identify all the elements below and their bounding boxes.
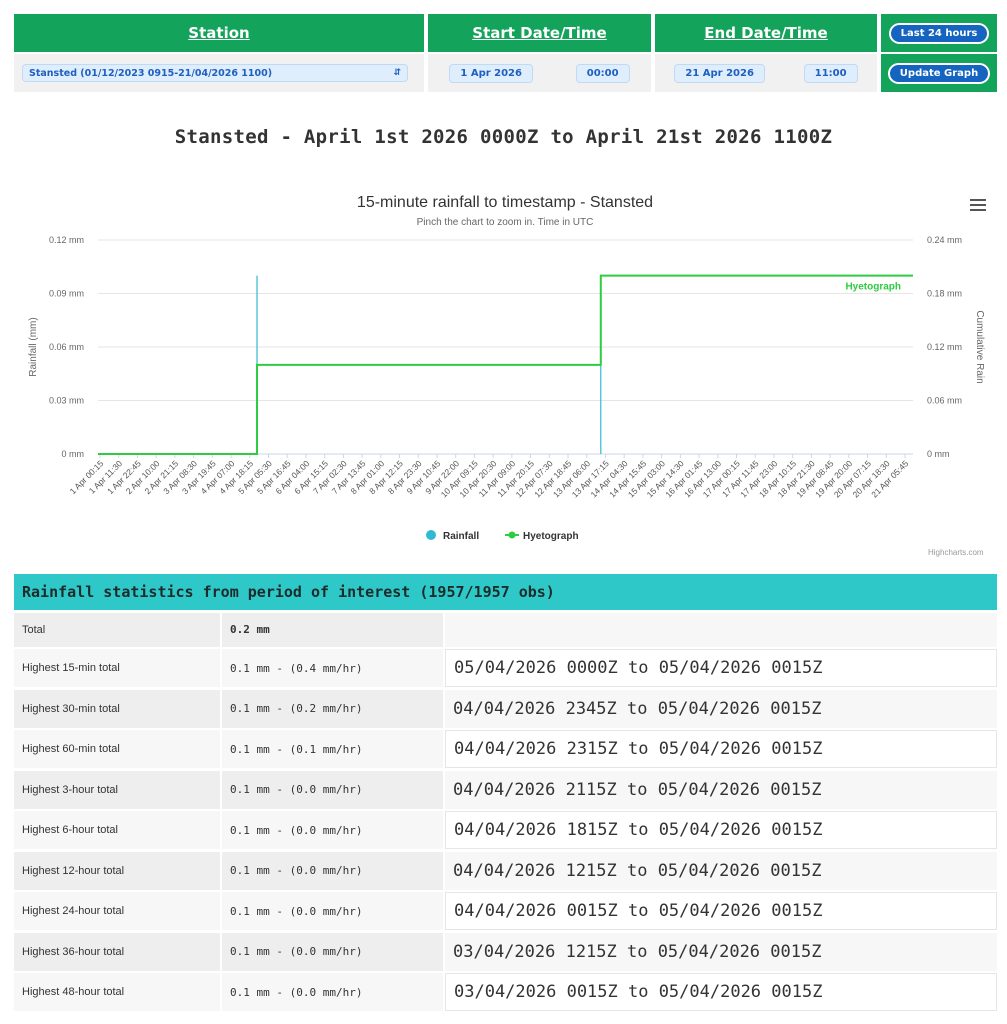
table-row: Highest 15-min total 0.1 mm - (0.4 mm/hr)…: [14, 649, 997, 687]
start-time-input[interactable]: 00:00: [575, 63, 630, 83]
table-row: Highest 60-min total 0.1 mm - (0.1 mm/hr)…: [14, 730, 997, 768]
stat-value: 0.1 mm - (0.0 mm/hr): [222, 932, 443, 971]
hyetograph-line: [98, 274, 913, 455]
table-row: Highest 36-hour total 0.1 mm - (0.0 mm/hr…: [14, 932, 997, 971]
stat-period: 04/04/2026 1815Z to 05/04/2026 0015Z: [445, 811, 997, 849]
stat-label: Highest 60-min total: [14, 730, 220, 768]
stats-title: Rainfall statistics from period of inter…: [14, 574, 997, 610]
stat-value: 0.1 mm - (0.0 mm/hr): [222, 973, 443, 1011]
y-tick-right: 0.12 mm: [927, 342, 962, 352]
stat-label: Total: [14, 612, 220, 647]
table-row: Highest 24-hour total 0.1 mm - (0.0 mm/hr…: [14, 892, 997, 930]
station-select-value: Stansted (01/12/2023 0915-21/04/2026 110…: [29, 67, 273, 79]
stat-period: 03/04/2026 1215Z to 05/04/2026 0015Z: [445, 932, 997, 971]
last-24-hours-button[interactable]: Last 24 hours: [888, 22, 990, 44]
stat-value: 0.1 mm - (0.0 mm/hr): [222, 811, 443, 849]
y-tick-left: 0.06 mm: [49, 342, 84, 352]
stat-period: [445, 612, 997, 647]
stat-period: 04/04/2026 1215Z to 05/04/2026 0015Z: [445, 851, 997, 890]
table-row: Highest 6-hour total 0.1 mm - (0.0 mm/hr)…: [14, 811, 997, 849]
rainfall-chart[interactable]: 15-minute rainfall to timestamp - Stanst…: [0, 180, 1007, 570]
stat-value: 0.1 mm - (0.0 mm/hr): [222, 851, 443, 890]
last24-cell: Last 24 hours: [881, 14, 997, 52]
stat-value: 0.1 mm - (0.0 mm/hr): [222, 770, 443, 809]
start-date-input[interactable]: 1 Apr 2026: [449, 63, 533, 83]
chart-subtitle: Pinch the chart to zoom in. Time in UTC: [417, 217, 594, 228]
legend-hyetograph-label: Hyetograph: [523, 531, 579, 542]
hyetograph-end-label: Hyetograph: [845, 282, 901, 293]
stat-label: Highest 3-hour total: [14, 770, 220, 809]
stat-value: 0.1 mm - (0.0 mm/hr): [222, 892, 443, 930]
stat-label: Highest 30-min total: [14, 689, 220, 728]
start-datetime-header: Start Date/Time: [428, 14, 651, 52]
stat-label: Highest 12-hour total: [14, 851, 220, 890]
stat-value: 0.2 mm: [222, 612, 443, 647]
y-tick-right: 0.24 mm: [927, 235, 962, 245]
y-tick-left: 0 mm: [62, 449, 85, 459]
stat-value: 0.1 mm - (0.2 mm/hr): [222, 689, 443, 728]
y-tick-right: 0 mm: [927, 449, 950, 459]
station-select[interactable]: Stansted (01/12/2023 0915-21/04/2026 110…: [22, 64, 408, 82]
page-title: Stansted - April 1st 2026 0000Z to April…: [174, 126, 833, 148]
y-tick-right: 0.06 mm: [927, 396, 962, 406]
end-datetime-header: End Date/Time: [655, 14, 877, 52]
table-row: Highest 48-hour total 0.1 mm - (0.0 mm/hr…: [14, 973, 997, 1011]
end-cell: 21 Apr 2026 11:00: [655, 54, 877, 92]
end-time-input[interactable]: 11:00: [803, 63, 858, 83]
update-graph-button[interactable]: Update Graph: [887, 62, 991, 84]
stat-period: 04/04/2026 2115Z to 05/04/2026 0015Z: [445, 770, 997, 809]
rainfall-stats-table: Rainfall statistics from period of inter…: [14, 574, 997, 1011]
legend-hyetograph-marker: [508, 531, 516, 539]
stat-period: 04/04/2026 0015Z to 05/04/2026 0015Z: [445, 892, 997, 930]
stat-period: 04/04/2026 2345Z to 05/04/2026 0015Z: [445, 689, 997, 728]
update-cell: Update Graph: [881, 54, 997, 92]
legend-rainfall-label: Rainfall: [443, 531, 479, 542]
legend-rainfall-marker: [426, 530, 436, 540]
select-arrows-icon: ⇵: [393, 68, 401, 78]
station-header: Station: [14, 14, 424, 52]
start-cell: 1 Apr 2026 00:00: [428, 54, 651, 92]
highcharts-credits[interactable]: Highcharts.com: [928, 548, 984, 557]
table-row: Highest 12-hour total 0.1 mm - (0.0 mm/hr…: [14, 851, 997, 890]
y-axis-title-right: Cumulative Rain: [974, 310, 985, 383]
stat-label: Highest 48-hour total: [14, 973, 220, 1011]
hamburger-menu-icon[interactable]: [970, 196, 986, 214]
y-tick-right: 0.18 mm: [927, 289, 962, 299]
stat-period: 03/04/2026 0015Z to 05/04/2026 0015Z: [445, 973, 997, 1011]
station-cell: Stansted (01/12/2023 0915-21/04/2026 110…: [14, 54, 424, 92]
stat-value: 0.1 mm - (0.1 mm/hr): [222, 730, 443, 768]
stat-period: 05/04/2026 0000Z to 05/04/2026 0015Z: [445, 649, 997, 687]
y-tick-left: 0.09 mm: [49, 289, 84, 299]
y-tick-left: 0.03 mm: [49, 396, 84, 406]
end-date-input[interactable]: 21 Apr 2026: [674, 63, 765, 83]
y-tick-left: 0.12 mm: [49, 235, 84, 245]
stat-label: Highest 36-hour total: [14, 932, 220, 971]
table-row: Highest 30-min total 0.1 mm - (0.2 mm/hr)…: [14, 689, 997, 728]
stat-period: 04/04/2026 2315Z to 05/04/2026 0015Z: [445, 730, 997, 768]
table-row: Highest 3-hour total 0.1 mm - (0.0 mm/hr)…: [14, 770, 997, 809]
table-row: Total 0.2 mm: [14, 612, 997, 647]
chart-title: 15-minute rainfall to timestamp - Stanst…: [357, 194, 653, 211]
stat-label: Highest 15-min total: [14, 649, 220, 687]
stat-value: 0.1 mm - (0.4 mm/hr): [222, 649, 443, 687]
stat-label: Highest 24-hour total: [14, 892, 220, 930]
stat-label: Highest 6-hour total: [14, 811, 220, 849]
y-axis-title-left: Rainfall (mm): [28, 317, 39, 376]
